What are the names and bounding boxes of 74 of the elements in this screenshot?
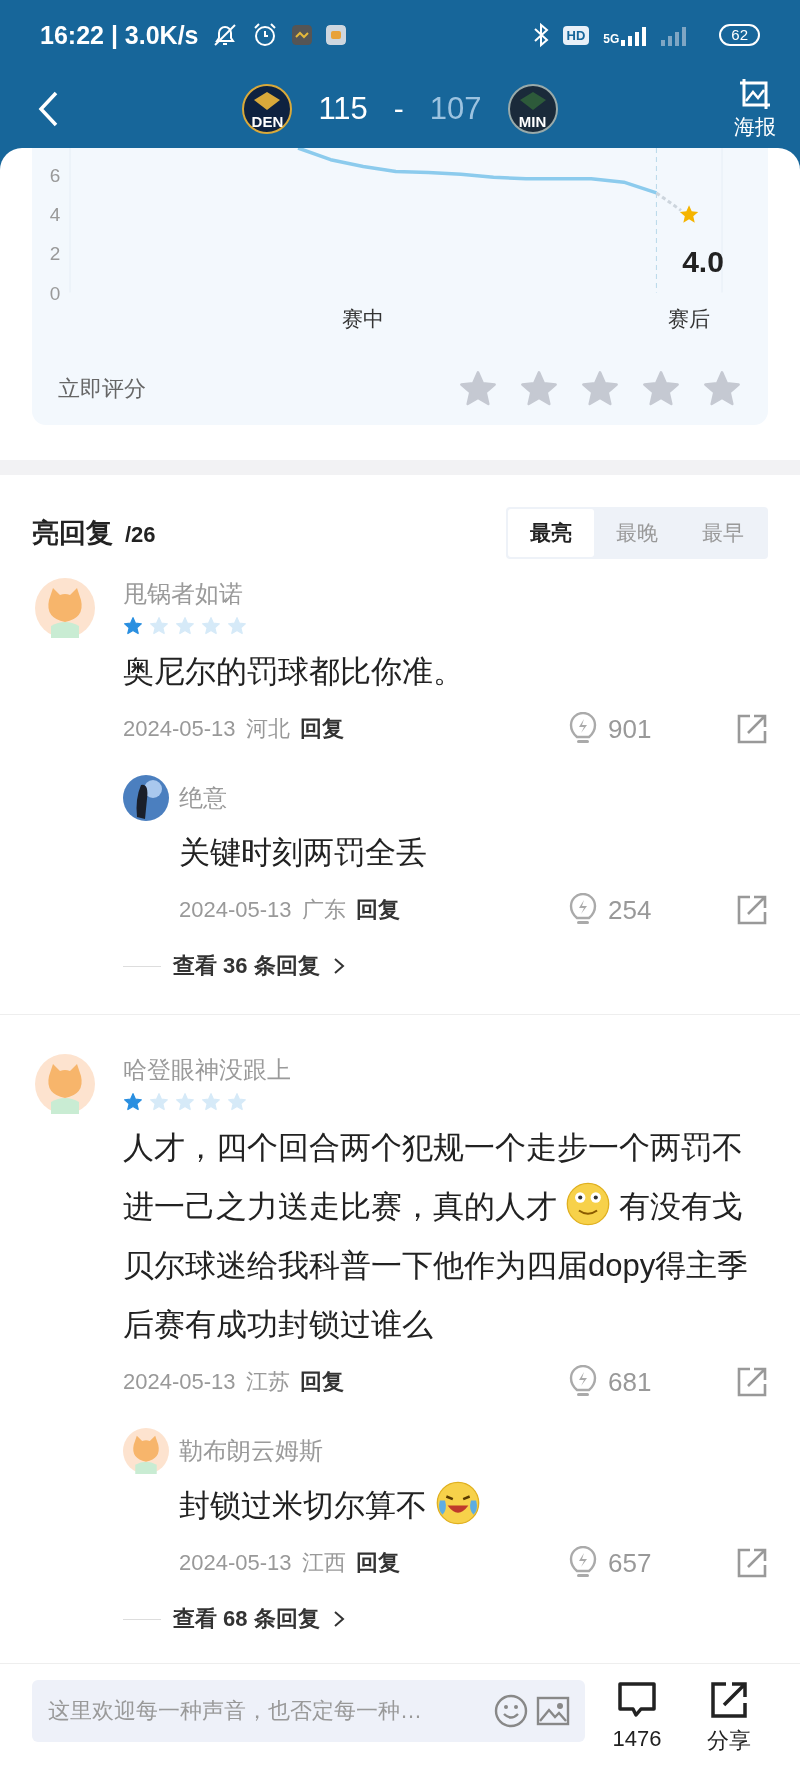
axis-tick-label: 2: [49, 243, 61, 265]
view-replies-link[interactable]: 查看 36 条回复: [173, 951, 320, 981]
team-score: 107: [429, 91, 482, 127]
reply-text: 封锁过米切尔算不: [179, 1476, 768, 1535]
comment-text: 奥尼尔的罚球都比你准。: [123, 653, 465, 691]
connector-line: [655, 191, 682, 212]
reply-link[interactable]: 回复: [299, 1367, 344, 1397]
comment-location: 江西: [301, 1549, 346, 1577]
section-title: 亮回复: [32, 518, 113, 548]
rate-label: 立即评分: [58, 375, 147, 403]
share-icon[interactable]: [736, 894, 768, 926]
share-icon: [709, 1680, 749, 1720]
comment-text: 人才，四个回合两个犯规一个走步一个两罚不进一己之力送走比赛，真的人才 有没有戈贝尔球迷给我科普一下他作为四届dopy得主季后赛有成功封锁过谁么: [123, 1129, 750, 1344]
comment-icon: [617, 1680, 657, 1720]
axis-tick-label: 赛中: [342, 307, 385, 330]
share-button[interactable]: 分享: [690, 1680, 768, 1756]
smiley-emoji-icon: [566, 1182, 610, 1226]
score-separator: -: [393, 92, 404, 126]
star-icon: [149, 1092, 169, 1112]
star-icon: [123, 616, 143, 636]
avatar[interactable]: [123, 775, 169, 821]
laughing-emoji-icon: [436, 1481, 480, 1525]
reply-link[interactable]: 回复: [355, 895, 400, 925]
reply-link[interactable]: 回复: [299, 714, 344, 744]
comment-location: 广东: [301, 896, 346, 924]
lightbulb-icon: [568, 1365, 598, 1399]
comment-location: 河北: [245, 715, 290, 743]
comments-button[interactable]: 1476: [598, 1680, 676, 1752]
star-icon: [201, 1092, 221, 1112]
battery-indicator: 62: [719, 24, 760, 46]
bell-off-icon: [212, 22, 239, 48]
share-icon[interactable]: [736, 1366, 768, 1398]
status-time: 16:22 | 3.0K/s: [40, 20, 199, 50]
share-icon[interactable]: [736, 713, 768, 745]
app-icon: [326, 25, 347, 45]
bluetooth-icon: [532, 22, 549, 48]
rating-value: 4.0: [682, 245, 724, 279]
star-icon: [149, 616, 169, 636]
star-icon: [679, 205, 699, 223]
axis-tick-label: 4: [49, 204, 61, 226]
lightbulb-icon: [568, 893, 598, 927]
comment-date: 2024-05-13: [123, 716, 236, 742]
sort-tab[interactable]: 最亮: [508, 509, 594, 557]
team-logo: MIN: [507, 84, 558, 134]
comment-input-field[interactable]: 这里欢迎每一种声音，也否定每一种…: [32, 1680, 585, 1742]
team-logo: DEN: [242, 84, 293, 134]
star-icon: [227, 616, 247, 636]
lightbulb-icon: [568, 712, 598, 746]
share-icon[interactable]: [736, 1547, 768, 1579]
poster-button[interactable]: 海报: [734, 77, 776, 141]
team-score: 115: [318, 91, 368, 127]
star-icon: [123, 1092, 143, 1112]
comment-location: 江苏: [245, 1368, 290, 1396]
hd-badge: HD: [562, 25, 590, 45]
comment-date: 2024-05-13: [123, 1369, 236, 1395]
reply-link[interactable]: 回复: [355, 1548, 400, 1578]
star-icon: [175, 1092, 195, 1112]
image-icon: [738, 77, 772, 111]
network-label: 5G: [603, 32, 620, 46]
axis-tick-label: 赛后: [668, 307, 710, 330]
image-icon[interactable]: [536, 1694, 570, 1728]
axis-tick-label: 6: [49, 165, 61, 187]
reply-text: 关键时刻两罚全丢: [179, 834, 428, 872]
comment-date: 2024-05-13: [179, 897, 292, 923]
reply-count: /26: [125, 522, 156, 547]
star-icon: [201, 616, 221, 636]
comment-date: 2024-05-13: [179, 1550, 292, 1576]
axis-tick-label: 0: [49, 282, 61, 304]
app-icon: [292, 25, 313, 45]
star-icon: [227, 1092, 247, 1112]
emoji-icon[interactable]: [494, 1694, 528, 1728]
star-icon: [175, 616, 195, 636]
lightbulb-icon: [568, 1546, 598, 1580]
view-replies-link[interactable]: 查看 68 条回复: [173, 1604, 320, 1634]
